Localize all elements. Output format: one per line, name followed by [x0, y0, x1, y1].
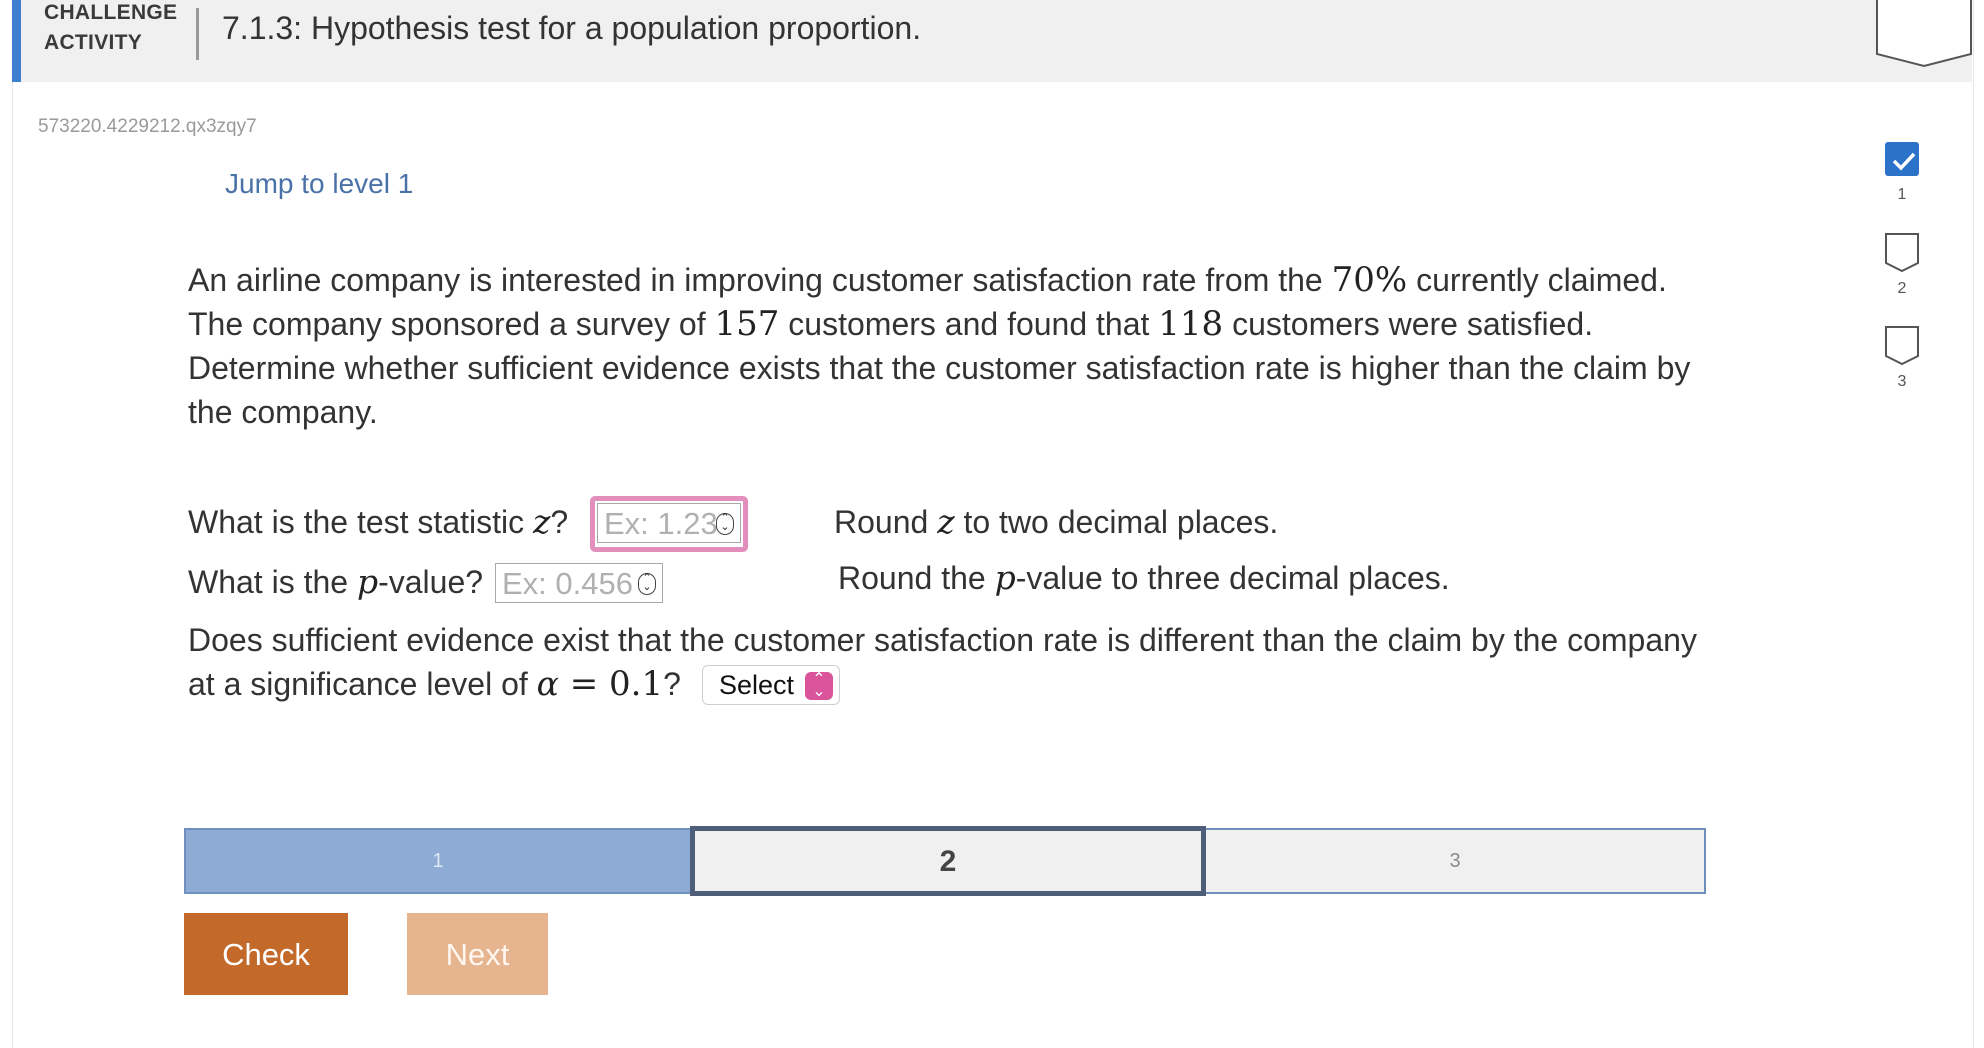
level-bookmark-icon [1885, 326, 1919, 366]
p-value-input[interactable]: Ex: 0.456 ⌃ ⌄ [495, 563, 663, 603]
prompt-line-1: An airline company is interested in impr… [188, 260, 1667, 300]
p-value-round-hint: Round the p-value to three decimal place… [838, 558, 1450, 597]
level-bookmark-icon [1885, 233, 1919, 273]
spinner-icon[interactable]: ⌃ ⌄ [716, 513, 734, 535]
side-level-1[interactable]: 1 [1885, 142, 1919, 204]
side-level-2[interactable]: 2 [1885, 233, 1919, 298]
activity-kind-line2: ACTIVITY [44, 31, 143, 54]
activity-title: 7.1.3: Hypothesis test for a population … [222, 10, 922, 46]
prompt-line-3: Determine whether sufficient evidence ex… [188, 350, 1691, 386]
prompt-line-2: The company sponsored a survey of 157 cu… [188, 304, 1594, 344]
header-accent-bar [12, 0, 21, 82]
chevron-updown-icon: ⌃ ⌄ [805, 672, 833, 700]
jump-to-level-link[interactable]: Jump to level 1 [225, 168, 413, 200]
side-level-2-number: 2 [1897, 280, 1907, 297]
activity-kind-line1: CHALLENGE [44, 1, 178, 24]
side-level-3[interactable]: 3 [1885, 326, 1919, 391]
activity-kind: CHALLENGE ACTIVITY [44, 0, 204, 58]
z-round-hint: Round z to two decimal places. [834, 502, 1279, 541]
z-question-label: What is the test statistic z? [188, 502, 569, 541]
level-segment-3[interactable]: 3 [1204, 828, 1706, 894]
level-progress-bar: 1 3 2 [184, 826, 1706, 896]
z-statistic-input[interactable]: Ex: 1.23 ⌃ ⌄ [597, 503, 741, 543]
claimed-rate: 70% [1331, 260, 1408, 300]
prompt-line-4: the company. [188, 394, 378, 430]
sample-size: 157 [714, 304, 780, 344]
p-value-question-label: What is the p-value? [188, 562, 484, 601]
check-icon [1885, 142, 1919, 176]
level-segment-2[interactable]: 2 [690, 826, 1206, 896]
satisfied-count: 118 [1158, 304, 1224, 344]
next-button[interactable]: Next [407, 913, 548, 995]
check-button[interactable]: Check [184, 913, 348, 995]
activity-id: 573220.4229212.qx3zqy7 [38, 116, 257, 137]
side-level-1-number: 1 [1897, 186, 1907, 203]
evidence-question-line2: at a significance level of α = 0.1? [188, 664, 681, 704]
evidence-question-line1: Does sufficient evidence exist that the … [188, 622, 1697, 658]
evidence-select-dropdown[interactable]: Select ⌃ ⌄ [702, 665, 840, 705]
activity-header: CHALLENGE ACTIVITY 7.1.3: Hypothesis tes… [12, 0, 1972, 82]
spinner-icon[interactable]: ⌃ ⌄ [638, 573, 656, 595]
problem-prompt: An airline company is interested in impr… [188, 258, 1708, 434]
side-level-3-number: 3 [1897, 373, 1907, 390]
level-segment-1[interactable]: 1 [184, 828, 692, 894]
header-divider [196, 8, 199, 60]
bookmark-icon[interactable] [1876, 0, 1972, 68]
